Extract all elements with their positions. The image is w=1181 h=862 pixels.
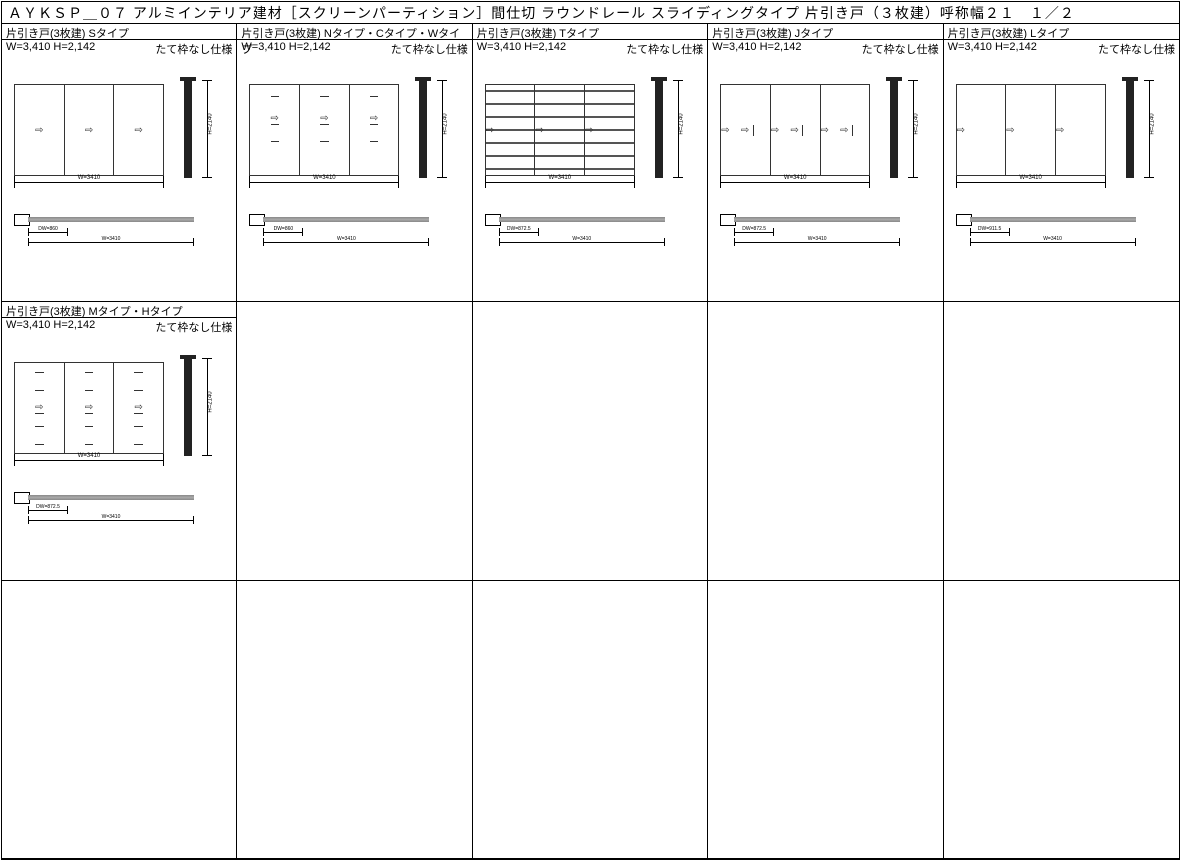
front-elevation: ⇨ ⇨ ⇨ bbox=[956, 84, 1106, 176]
cad-drawing: ⇨ ⇨ ⇨ W=3410 H=2140 DW=872.5 W=3410 bbox=[2, 336, 236, 579]
drawing-cell: 片引き戸(3枚建) Jタイプ W=3,410 H=2,142 たて枠なし仕様 ⇨… bbox=[708, 24, 943, 302]
variant-subheader: W=3,410 H=2,142 たて枠なし仕様 bbox=[2, 318, 236, 334]
cad-drawing: ⇨ ⇨ ⇨ W=3410 H=2140 DW=860 W=3410 bbox=[2, 58, 236, 301]
plan-view bbox=[249, 212, 429, 226]
door-panel: ⇨ bbox=[300, 85, 350, 175]
empty-cell bbox=[2, 581, 237, 859]
variant-header: 片引き戸(3枚建) Tタイプ bbox=[473, 24, 707, 40]
door-panel: ⇨⇨ bbox=[821, 85, 870, 175]
front-elevation: ⇨ ⇨ ⇨ bbox=[14, 362, 164, 454]
vertical-section bbox=[1122, 80, 1138, 178]
empty-cell bbox=[473, 302, 708, 580]
door-panel: ⇨ bbox=[535, 85, 585, 175]
dimensions-label: W=3,410 H=2,142 bbox=[6, 41, 95, 55]
height-dimension: H=2140 bbox=[202, 80, 212, 178]
vertical-section bbox=[651, 80, 667, 178]
height-dimension: H=2140 bbox=[437, 80, 447, 178]
drawing-cell: 片引き戸(3枚建) Sタイプ W=3,410 H=2,142 たて枠なし仕様 ⇨… bbox=[2, 24, 237, 302]
vertical-section bbox=[180, 80, 196, 178]
front-elevation: ⇨ ⇨ ⇨ bbox=[485, 84, 635, 176]
plan-view bbox=[720, 212, 900, 226]
spec-label: たて枠なし仕様 bbox=[155, 41, 232, 55]
variant-subheader: W=3,410 H=2,142 たて枠なし仕様 bbox=[473, 40, 707, 56]
plan-view bbox=[956, 212, 1136, 226]
dimensions-label: W=3,410 H=2,142 bbox=[477, 41, 566, 55]
width-dimension: W=3410 bbox=[249, 176, 399, 188]
front-elevation: ⇨⇨ ⇨⇨ ⇨⇨ bbox=[720, 84, 870, 176]
height-dimension: H=2140 bbox=[1144, 80, 1154, 178]
sheet-frame: ＡＹＫＳＰ＿０７ アルミインテリア建材［スクリーンパーティション］間仕切 ラウン… bbox=[1, 1, 1180, 860]
variant-subheader: W=3,410 H=2,142 たて枠なし仕様 bbox=[2, 40, 236, 56]
empty-cell bbox=[944, 581, 1179, 859]
spec-label: たて枠なし仕様 bbox=[626, 41, 703, 55]
plan-view bbox=[14, 212, 194, 226]
plan-view bbox=[14, 490, 194, 504]
door-panel: ⇨ bbox=[1006, 85, 1056, 175]
width-dimension: W=3410 bbox=[956, 176, 1106, 188]
door-panel: ⇨ bbox=[250, 85, 300, 175]
empty-cell bbox=[944, 302, 1179, 580]
plan-view bbox=[485, 212, 665, 226]
front-elevation: ⇨ ⇨ ⇨ bbox=[249, 84, 399, 176]
variant-header: 片引き戸(3枚建) Jタイプ bbox=[708, 24, 942, 40]
door-panel: ⇨ bbox=[1056, 85, 1105, 175]
door-panel: ⇨⇨ bbox=[771, 85, 821, 175]
height-dimension: H=2140 bbox=[202, 358, 212, 456]
front-elevation: ⇨ ⇨ ⇨ bbox=[14, 84, 164, 176]
door-panel: ⇨ bbox=[65, 363, 115, 453]
variant-subheader: W=3,410 H=2,142 たて枠なし仕様 bbox=[708, 40, 942, 56]
door-panel: ⇨⇨ bbox=[721, 85, 771, 175]
width-dimension: W=3410 bbox=[485, 176, 635, 188]
vertical-section bbox=[415, 80, 431, 178]
drawing-cell: 片引き戸(3枚建) Tタイプ W=3,410 H=2,142 たて枠なし仕様 ⇨… bbox=[473, 24, 708, 302]
cad-drawing: ⇨⇨ ⇨⇨ ⇨⇨ W=3410 H=2140 DW=872.5 W=3410 bbox=[708, 58, 942, 301]
height-dimension: H=2140 bbox=[908, 80, 918, 178]
dimensions-label: W=3,410 H=2,142 bbox=[241, 41, 330, 55]
variant-subheader: W=3,410 H=2,142 たて枠なし仕様 bbox=[944, 40, 1179, 56]
cad-drawing: ⇨ ⇨ ⇨ W=3410 H=2140 DW=911.5 W=3410 bbox=[944, 58, 1179, 301]
drawing-cell: 片引き戸(3枚建) Mタイプ・Hタイプ W=3,410 H=2,142 たて枠な… bbox=[2, 302, 237, 580]
empty-cell bbox=[237, 302, 472, 580]
drawing-grid: 片引き戸(3枚建) Sタイプ W=3,410 H=2,142 たて枠なし仕様 ⇨… bbox=[2, 24, 1179, 859]
door-panel: ⇨ bbox=[114, 363, 163, 453]
variant-header: 片引き戸(3枚建) Mタイプ・Hタイプ bbox=[2, 302, 236, 318]
empty-cell bbox=[237, 581, 472, 859]
width-dimension: W=3410 bbox=[14, 454, 164, 466]
empty-cell bbox=[708, 302, 943, 580]
door-panel: ⇨ bbox=[486, 85, 536, 175]
door-panel: ⇨ bbox=[65, 85, 115, 175]
spec-label: たて枠なし仕様 bbox=[155, 319, 232, 333]
drawing-cell: 片引き戸(3枚建) Lタイプ W=3,410 H=2,142 たて枠なし仕様 ⇨… bbox=[944, 24, 1179, 302]
spec-label: たて枠なし仕様 bbox=[862, 41, 939, 55]
vertical-section bbox=[180, 358, 196, 456]
door-panel: ⇨ bbox=[350, 85, 399, 175]
spec-label: たて枠なし仕様 bbox=[391, 41, 468, 55]
door-panel: ⇨ bbox=[585, 85, 634, 175]
vertical-section bbox=[886, 80, 902, 178]
dimensions-label: W=3,410 H=2,142 bbox=[712, 41, 801, 55]
height-dimension: H=2140 bbox=[673, 80, 683, 178]
drawing-cell: 片引き戸(3枚建) Nタイプ・Cタイプ・Wタイプ W=3,410 H=2,142… bbox=[237, 24, 472, 302]
cad-drawing: ⇨ ⇨ ⇨ W=3410 H=2140 DW=872.5 W=3410 bbox=[473, 58, 707, 301]
door-panel: ⇨ bbox=[114, 85, 163, 175]
door-panel: ⇨ bbox=[15, 363, 65, 453]
variant-header: 片引き戸(3枚建) Sタイプ bbox=[2, 24, 236, 40]
variant-header: 片引き戸(3枚建) Lタイプ bbox=[944, 24, 1179, 40]
width-dimension: W=3410 bbox=[14, 176, 164, 188]
dimensions-label: W=3,410 H=2,142 bbox=[948, 41, 1037, 55]
variant-subheader: W=3,410 H=2,142 たて枠なし仕様 bbox=[237, 40, 471, 56]
door-panel: ⇨ bbox=[957, 85, 1007, 175]
door-panel: ⇨ bbox=[15, 85, 65, 175]
cad-drawing: ⇨ ⇨ ⇨ W=3410 H=2140 DW=860 W=3410 bbox=[237, 58, 471, 301]
empty-cell bbox=[708, 581, 943, 859]
empty-cell bbox=[473, 581, 708, 859]
dimensions-label: W=3,410 H=2,142 bbox=[6, 319, 95, 333]
variant-header: 片引き戸(3枚建) Nタイプ・Cタイプ・Wタイプ bbox=[237, 24, 471, 40]
sheet-title: ＡＹＫＳＰ＿０７ アルミインテリア建材［スクリーンパーティション］間仕切 ラウン… bbox=[2, 2, 1179, 24]
spec-label: たて枠なし仕様 bbox=[1098, 41, 1175, 55]
width-dimension: W=3410 bbox=[720, 176, 870, 188]
